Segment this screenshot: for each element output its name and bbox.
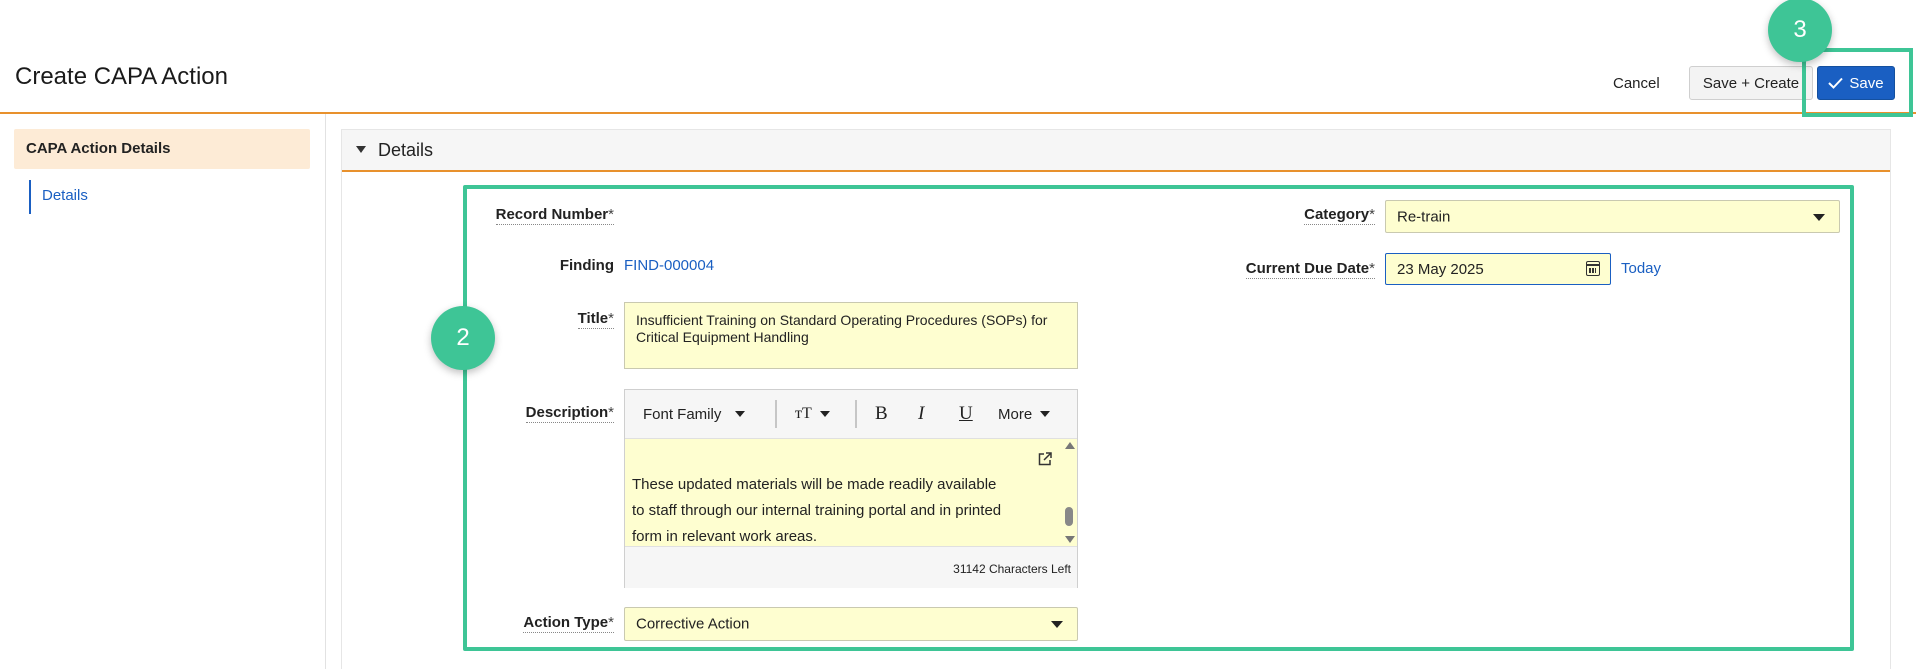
save-create-button[interactable]: Save + Create: [1689, 66, 1813, 100]
step-marker-2: 2: [431, 306, 495, 370]
cancel-button[interactable]: Cancel: [1607, 69, 1666, 97]
highlight-box-save: [1802, 48, 1913, 117]
sidebar-section-label: CAPA Action Details: [26, 140, 171, 157]
step-marker-3: 3: [1768, 0, 1832, 62]
highlight-box-form: [463, 185, 1854, 651]
caret-down-icon: [356, 146, 366, 153]
sidebar-active-indicator: [29, 180, 31, 214]
header-divider: [0, 112, 1916, 114]
sidebar-item-details[interactable]: Details: [42, 187, 88, 204]
page-title: Create CAPA Action: [15, 63, 228, 90]
details-section-title: Details: [378, 140, 434, 160]
sidebar-divider: [325, 114, 326, 669]
details-section-header[interactable]: Details: [341, 129, 1891, 172]
sidebar-section-capa-action-details[interactable]: CAPA Action Details: [14, 129, 310, 169]
